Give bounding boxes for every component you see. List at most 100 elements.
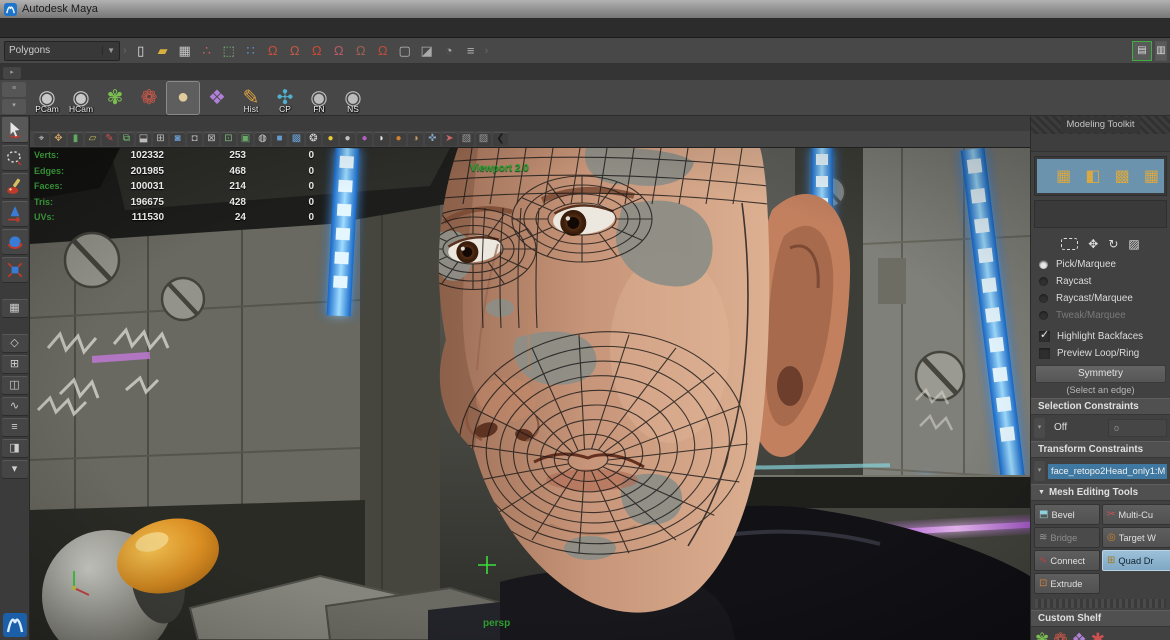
pan-zoom-2d-icon[interactable]: ✥ [51,132,66,146]
xray-icon[interactable]: ▧ [459,132,474,146]
multisampling-icon[interactable]: ✜ [425,132,440,146]
share-view-icon[interactable]: ❮ [493,132,508,146]
ns-shelf-button[interactable]: ◉ NS [337,82,369,114]
render-settings-icon[interactable]: ≡ [461,41,481,61]
layout-persp-graph-button[interactable]: ∿ [2,397,28,416]
connect-button[interactable]: ∿ Connect [1034,550,1100,571]
painteffects-shelf-button[interactable]: ❖ [201,82,233,114]
image-plane-icon[interactable]: ▱ [85,132,100,146]
rotate-icon[interactable]: ↻ [1108,237,1118,251]
multi-mode-button[interactable]: ▦ [1139,163,1164,189]
select-tool-button[interactable] [2,117,28,143]
bevel-button[interactable]: ⬒ Bevel [1034,504,1100,525]
snap-grid-icon[interactable]: Ω [263,41,283,61]
sphere-shelf-button[interactable]: ● [167,82,199,114]
soft-select-icon[interactable]: ▨ [1128,237,1139,251]
select-object-icon[interactable]: ⬚ [219,41,239,61]
pick-option-radio[interactable]: Pick/Marquee [1031,256,1170,273]
gate-mask-icon[interactable]: ◙ [170,132,185,146]
constraint-extra-dropdown[interactable]: o [1108,419,1167,437]
bookmark-icon[interactable]: ▮ [68,132,83,146]
expand-icon[interactable]: ▾ [1034,418,1045,438]
layout-four-pane-button[interactable]: ⊞ [2,355,28,374]
new-scene-icon[interactable]: ▯ [131,41,151,61]
rotate-tool-button[interactable] [2,229,28,255]
layout-single-pane-button[interactable]: ◇ [2,334,28,353]
marquee-select-icon[interactable] [1061,238,1078,250]
paint-select-tool-button[interactable] [2,173,28,199]
snap-point-icon[interactable]: Ω [307,41,327,61]
layout-persp-outliner-button[interactable]: ◫ [2,376,28,395]
save-scene-icon[interactable]: ▦ [175,41,195,61]
quad-draw-button[interactable]: ⊞ Quad Dr [1102,550,1170,571]
channel-box-toggle-icon[interactable]: ▤ [1132,41,1152,61]
snap-curve-icon[interactable]: Ω [285,41,305,61]
marker-shelf-icon[interactable]: ✱ [1091,630,1105,640]
snap-view-plane-icon[interactable]: Ω [351,41,371,61]
field-chart-icon[interactable]: ◘ [187,132,202,146]
scale-tool-button[interactable] [2,257,28,283]
hist-shelf-button[interactable]: ✎ Hist [235,82,267,114]
default-material-icon[interactable]: ● [323,132,338,146]
last-tool-slot[interactable]: ▦ [2,299,28,318]
drag-handle[interactable] [1035,599,1166,608]
move-tool-button[interactable] [2,201,28,227]
move-icon[interactable]: ✥ [1088,237,1098,251]
section-custom-shelf[interactable]: Custom Shelf [1031,610,1170,627]
grease-frames-icon[interactable]: ⧉ [119,132,134,146]
creature-shelf-icon[interactable]: ✾ [1035,630,1049,640]
maya-home-icon[interactable] [2,612,28,638]
section-transform-constraints[interactable]: Transform Constraints [1031,441,1170,458]
resolution-gate-icon[interactable]: ⊞ [153,132,168,146]
use-all-lights-icon[interactable]: ● [340,132,355,146]
shelf-menu-button[interactable]: ≡▾ [2,82,26,114]
panel-title-bar[interactable]: Modeling Toolkit [1031,116,1170,134]
painteffects-shelf-icon[interactable]: ❖ [1072,630,1087,640]
wireframe-icon[interactable]: ◍ [255,132,270,146]
vertex-mode-button[interactable]: ▦ [1051,163,1076,189]
toolkit-checkbox[interactable]: Preview Loop/Ring [1031,345,1170,362]
menuset-dropdown[interactable]: Polygons ▼ [4,41,120,61]
toolkit-checkbox[interactable]: Highlight Backfaces [1031,328,1170,345]
pcam-shelf-button[interactable]: ◉ PCam [31,82,63,114]
grease-pencil-icon[interactable]: ✎ [102,132,117,146]
select-hierarchy-icon[interactable]: ∴ [197,41,217,61]
two-sided-lighting-icon[interactable]: ● [357,132,372,146]
pick-option-radio[interactable]: Raycast/Marquee [1031,290,1170,307]
isolate-select-icon[interactable]: ➤ [442,132,457,146]
make-live-icon[interactable]: Ω [373,41,393,61]
symmetry-button[interactable]: Symmetry [1035,365,1166,383]
edge-mode-button[interactable]: ◧ [1080,163,1105,189]
ambient-occlusion-icon[interactable]: ● [391,132,406,146]
open-scene-icon[interactable]: ▰ [153,41,173,61]
pick-option-radio[interactable]: Raycast [1031,273,1170,290]
frame-all-icon[interactable]: ▣ [238,132,253,146]
layout-custom-button[interactable]: ◨ [2,439,28,458]
render-current-frame-icon[interactable]: ◪ [417,41,437,61]
xray-joints-icon[interactable]: ▨ [476,132,491,146]
pick-option-radio[interactable]: Tweak/Marquee [1031,307,1170,324]
safe-title-icon[interactable]: ⊡ [221,132,236,146]
transform-constraint-field[interactable]: face_retopo2Head_only1:M [1048,464,1167,479]
textured-icon[interactable]: ❂ [306,132,321,146]
target-weld-button[interactable]: ◎ Target W [1102,527,1170,548]
select-component-icon[interactable]: ∷ [241,41,261,61]
snap-projected-center-icon[interactable]: Ω [329,41,349,61]
bridge-button[interactable]: ≋ Bridge [1034,527,1100,548]
face-mode-button[interactable]: ▩ [1110,163,1135,189]
extrude-button[interactable]: ⊡ Extrude [1034,573,1100,594]
layout-hypershade-button[interactable]: ≡ [2,418,28,437]
motion-blur-icon[interactable]: ◑ [408,132,423,146]
film-gate-icon[interactable]: ⬓ [136,132,151,146]
hcam-shelf-button[interactable]: ◉ HCam [65,82,97,114]
smooth-shade-icon[interactable]: ■ [272,132,287,146]
attribute-editor-toggle-icon[interactable]: ▥ [1155,41,1167,61]
shadows-icon[interactable]: ◗ [374,132,389,146]
multi-cut-button[interactable]: ✂ Multi-Cu [1102,504,1170,525]
section-mesh-editing-tools[interactable]: ▼ Mesh Editing Tools [1031,484,1170,501]
plant-shelf-icon[interactable]: ❁ [1053,630,1067,640]
select-camera-icon[interactable]: ⌖ [34,132,49,146]
render-view-icon[interactable]: ▢ [395,41,415,61]
lasso-tool-button[interactable] [2,145,28,171]
safe-action-icon[interactable]: ⊠ [204,132,219,146]
